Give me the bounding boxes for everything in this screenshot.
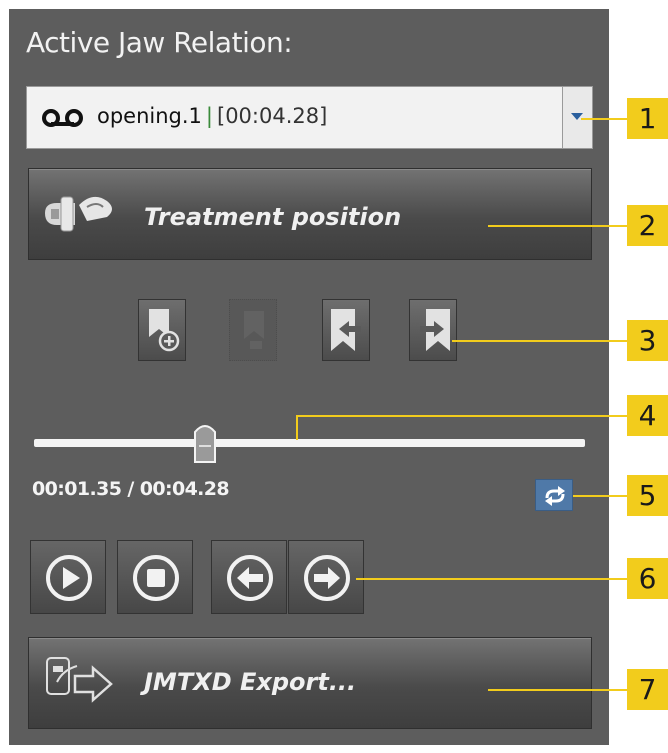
timeline-slider[interactable] [34, 439, 585, 447]
recording-duration: [00:04.28] [217, 104, 328, 128]
next-bookmark-button[interactable] [409, 299, 457, 361]
callout-line-4 [296, 415, 627, 417]
play-icon [46, 555, 92, 601]
callout-6: 6 [627, 558, 668, 599]
arrow-right-icon [304, 555, 350, 601]
jaw-treatment-icon [41, 191, 121, 241]
recording-icon [41, 109, 85, 131]
step-back-button[interactable] [211, 540, 287, 614]
bookmark-remove-icon [244, 311, 264, 349]
stop-button[interactable] [117, 540, 193, 614]
callout-3: 3 [627, 320, 668, 361]
step-forward-button[interactable] [288, 540, 364, 614]
panel-title: Active Jaw Relation: [26, 26, 293, 59]
callout-line-2 [488, 225, 627, 227]
jaw-relation-dropdown[interactable]: opening.1 | [00:04.28] [26, 86, 593, 149]
bookmark-prev-icon [331, 309, 361, 351]
callout-line-6 [356, 578, 627, 580]
dropdown-value: opening.1 | [00:04.28] [97, 104, 327, 128]
bookmark-add-icon [149, 309, 180, 352]
separator: | [205, 104, 213, 128]
loop-icon [545, 486, 565, 506]
treatment-position-button[interactable]: Treatment position [28, 168, 592, 260]
jmtxd-export-button[interactable]: JMTXD Export... [28, 637, 592, 729]
callout-line-5 [573, 495, 627, 497]
callout-2: 2 [627, 205, 668, 246]
remove-bookmark-button[interactable] [229, 299, 277, 361]
timeline-handle[interactable] [192, 422, 218, 470]
loop-button[interactable] [535, 479, 573, 511]
callout-7: 7 [627, 669, 668, 710]
export-icon [41, 652, 121, 716]
stop-icon [133, 555, 179, 601]
play-button[interactable] [30, 540, 106, 614]
callout-line-4-drop [296, 415, 298, 440]
callout-5: 5 [627, 475, 668, 516]
callout-4: 4 [627, 395, 668, 436]
bookmark-next-icon [420, 309, 450, 351]
jmtxd-export-label: JMTXD Export... [144, 668, 357, 696]
callout-1: 1 [627, 98, 668, 139]
arrow-left-icon [227, 555, 273, 601]
callout-line-3 [452, 340, 627, 342]
previous-bookmark-button[interactable] [322, 299, 370, 361]
treatment-position-label: Treatment position [144, 203, 402, 231]
time-readout: 00:01.35 / 00:04.28 [32, 478, 230, 500]
callout-line-1 [581, 118, 627, 120]
callout-line-7 [488, 689, 627, 691]
add-bookmark-button[interactable] [138, 299, 186, 361]
recording-name: opening.1 [97, 104, 202, 128]
